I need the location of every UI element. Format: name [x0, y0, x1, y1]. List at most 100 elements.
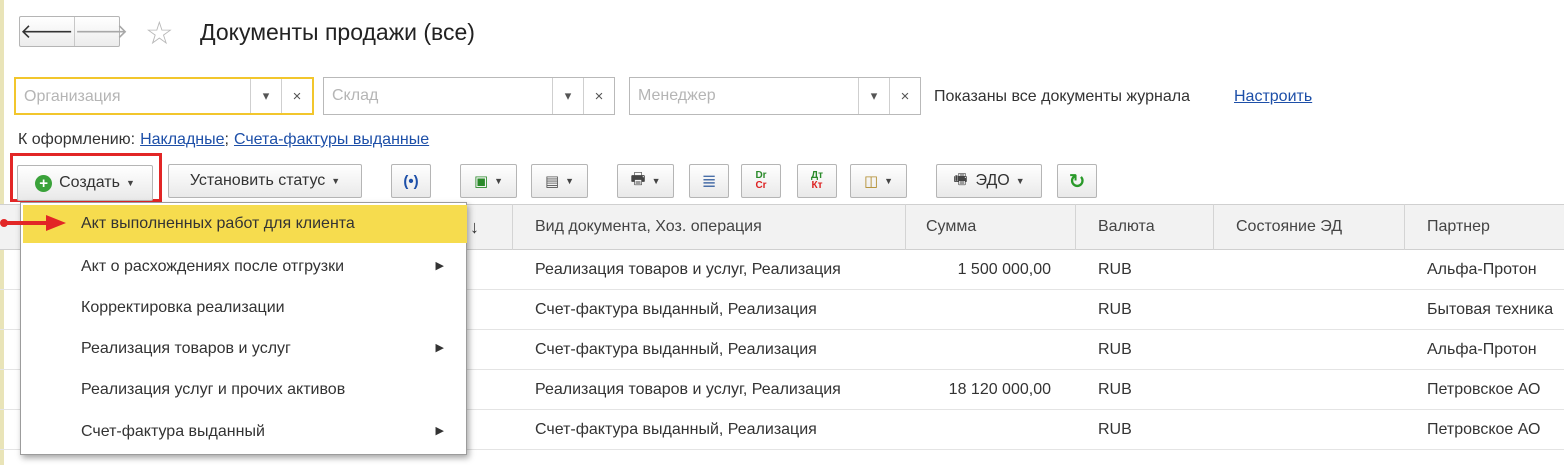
set-status-label: Установить статус: [189, 172, 326, 189]
clear-icon[interactable]: ×: [889, 78, 920, 114]
page-title: Документы продажи (все): [200, 19, 475, 45]
dropdown-arrow-icon[interactable]: ▾: [250, 79, 281, 113]
refresh-button[interactable]: ↻: [1057, 164, 1097, 198]
cell-doc-type: Реализация товаров и услуг, Реализация: [535, 261, 841, 278]
create-button-label: Создать: [59, 174, 120, 191]
cell-currency: RUB: [1098, 261, 1132, 278]
caret-down-icon: ▼: [884, 176, 894, 186]
cell-doc-type: Реализация товаров и услуг, Реализация: [535, 381, 841, 398]
cell-sum: 1 500 000,00: [957, 261, 1051, 278]
menu-item-services-assets-sale[interactable]: Реализация услуг и прочих активов: [21, 369, 466, 410]
dr-cr-button[interactable]: Dr Cr: [741, 164, 781, 198]
cell-partner: Петровское АО: [1427, 381, 1541, 398]
menu-item-service-act[interactable]: Акт выполненных работ для клиента: [23, 205, 467, 243]
filter-status-text: Показаны все документы журнала: [934, 88, 1190, 105]
create-based-on-icon: ▣: [473, 173, 489, 190]
cell-currency: RUB: [1098, 301, 1132, 318]
menu-item-label: Счет-фактура выданный: [81, 423, 265, 440]
cell-currency: RUB: [1098, 341, 1132, 358]
organization-input[interactable]: Организация: [16, 79, 250, 113]
warehouse-input[interactable]: Склад: [324, 78, 552, 114]
arrow-left-icon: 🡐: [20, 21, 74, 43]
menu-item-label: Акт о расхождениях после отгрузки: [81, 258, 345, 275]
set-status-button[interactable]: Установить статус ▼: [168, 164, 362, 198]
cell-partner: Альфа-Протон: [1427, 261, 1537, 278]
sort-descending-icon[interactable]: ↓: [470, 204, 479, 250]
submenu-arrow-icon: ▶: [435, 260, 444, 272]
related-documents-icon: ◫: [863, 173, 879, 190]
menu-item-issued-invoice[interactable]: Счет-фактура выданный ▶: [21, 411, 466, 452]
menu-item-discrepancy-act[interactable]: Акт о расхождениях после отгрузки ▶: [21, 246, 466, 287]
create-button[interactable]: + Создать ▼: [17, 165, 153, 201]
todo-separator: ;: [224, 131, 229, 148]
column-doc-type[interactable]: Вид документа, Хоз. операция: [535, 204, 762, 250]
cell-sum: [905, 290, 1051, 330]
setup-link[interactable]: Настроить: [1234, 88, 1312, 106]
todo-label: К оформлению:: [18, 131, 136, 148]
cell-partner: Петровское АО: [1427, 421, 1541, 438]
column-separator: [905, 204, 906, 250]
menu-item-goods-services-sale[interactable]: Реализация товаров и услуг ▶: [21, 328, 466, 369]
invoices-link[interactable]: Накладные: [140, 131, 224, 148]
reports-icon: ▤: [544, 173, 560, 190]
caret-down-icon: ▼: [331, 176, 341, 186]
column-ed-state[interactable]: Состояние ЭД: [1236, 204, 1342, 250]
caret-down-icon: ▼: [125, 178, 135, 188]
issued-invoices-link[interactable]: Счета-фактуры выданные: [234, 131, 429, 148]
edo-button[interactable]: 🖷 ЭДО ▼: [936, 164, 1042, 198]
cell-partner: Альфа-Протон: [1427, 341, 1537, 358]
column-currency[interactable]: Валюта: [1098, 204, 1155, 250]
exchange-button[interactable]: (•): [391, 164, 431, 198]
dropdown-arrow-icon[interactable]: ▾: [858, 78, 889, 114]
submenu-arrow-icon: ▶: [435, 425, 444, 437]
clear-icon[interactable]: ×: [583, 78, 614, 114]
manager-field[interactable]: Менеджер ▾ ×: [629, 77, 921, 115]
manager-input[interactable]: Менеджер: [630, 78, 858, 114]
printer-icon: 🖶: [630, 170, 646, 188]
organization-field[interactable]: Организация ▾ ×: [14, 77, 314, 115]
edo-label: ЭДО: [975, 172, 1010, 189]
warehouse-field[interactable]: Склад ▾ ×: [323, 77, 615, 115]
forward-button[interactable]: 🡒: [73, 17, 129, 46]
plus-icon: +: [35, 174, 53, 192]
todo-bar: К оформлению: Накладные; Счета-фактуры выд…: [18, 131, 429, 149]
submenu-arrow-icon: ▶: [435, 342, 444, 354]
based-on-button[interactable]: ▣ ▼: [460, 164, 517, 198]
cell-currency: RUB: [1098, 381, 1132, 398]
print-button[interactable]: 🖶 ▼: [617, 164, 674, 198]
dt-kt-button[interactable]: Дт Кт: [797, 164, 837, 198]
navigation-buttons: 🡐 🡒: [19, 16, 128, 47]
column-separator: [1404, 204, 1405, 250]
clear-icon[interactable]: ×: [281, 79, 312, 113]
cell-doc-type: Счет-фактура выданный, Реализация: [535, 421, 817, 438]
back-button[interactable]: 🡐: [20, 17, 74, 46]
reports-button[interactable]: ▤ ▼: [531, 164, 588, 198]
red-pointer-arrow-icon: [0, 215, 66, 231]
arrow-right-icon: 🡒: [74, 21, 129, 43]
dt-kt-icon: Дт Кт: [810, 170, 824, 191]
menu-item-label: Акт выполненных работ для клиента: [81, 215, 355, 232]
related-documents-button[interactable]: ◫ ▼: [850, 164, 907, 198]
edo-icon: 🖷: [953, 170, 968, 188]
dr-cr-icon: Dr Cr: [755, 170, 767, 191]
caret-down-icon: ▼: [565, 176, 575, 186]
menu-item-label: Реализация товаров и услуг: [81, 340, 291, 357]
refresh-icon: ↻: [1068, 170, 1086, 193]
create-dropdown-menu: Акт выполненных работ для клиента Акт о …: [20, 202, 467, 455]
cell-partner: Бытовая техника: [1427, 301, 1554, 318]
favorite-star-icon[interactable]: ☆: [145, 16, 174, 50]
dropdown-arrow-icon[interactable]: ▾: [552, 78, 583, 114]
broadcast-icon: (•): [403, 172, 419, 190]
column-separator: [512, 204, 513, 250]
cell-doc-type: Счет-фактура выданный, Реализация: [535, 341, 817, 358]
menu-item-label: Реализация услуг и прочих активов: [81, 381, 346, 398]
list-button[interactable]: ≣: [689, 164, 729, 198]
column-partner[interactable]: Партнер: [1427, 204, 1490, 250]
menu-item-sales-correction[interactable]: Корректировка реализации: [21, 287, 466, 328]
column-sum[interactable]: Сумма: [926, 204, 976, 250]
cell-currency: RUB: [1098, 421, 1132, 438]
caret-down-icon: ▼: [1015, 176, 1025, 186]
menu-item-label: Корректировка реализации: [81, 299, 285, 316]
document-list-icon: ≣: [701, 170, 717, 191]
column-separator: [1213, 204, 1214, 250]
